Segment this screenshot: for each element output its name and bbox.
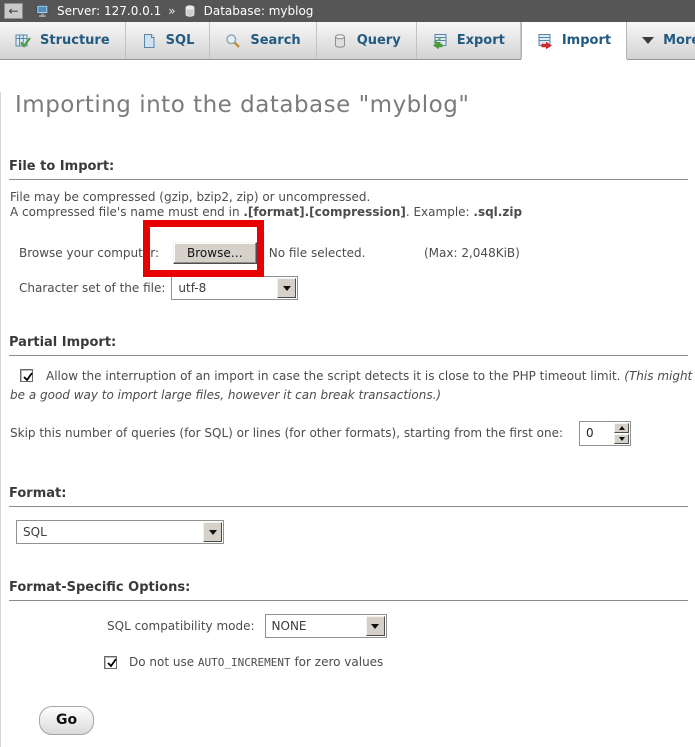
breadcrumb-server[interactable]: Server: 127.0.0.1 bbox=[57, 4, 161, 18]
skip-label: Skip this number of queries (for SQL) or… bbox=[10, 426, 563, 440]
hint-example: .sql.zip bbox=[473, 205, 522, 219]
tab-structure[interactable]: Structure bbox=[0, 22, 126, 59]
page-title: Importing into the database "myblog" bbox=[15, 92, 689, 118]
tab-export[interactable]: Export bbox=[417, 22, 521, 59]
format-select[interactable]: SQL bbox=[16, 520, 224, 544]
server-icon bbox=[36, 4, 50, 18]
tab-label: Structure bbox=[40, 33, 110, 48]
export-icon bbox=[432, 33, 448, 49]
spin-up-button[interactable] bbox=[614, 423, 629, 433]
compat-value: NONE bbox=[266, 615, 365, 637]
autoinc-row: Do not use AUTO_INCREMENT for zero value… bbox=[104, 655, 689, 669]
autoinc-label: Do not use AUTO_INCREMENT for zero value… bbox=[129, 655, 383, 669]
breadcrumb: ← Server: 127.0.0.1 » Database: myblog bbox=[0, 0, 695, 22]
browse-button[interactable]: Browse… bbox=[173, 242, 257, 264]
check-icon bbox=[106, 657, 118, 669]
charset-value: utf-8 bbox=[172, 277, 276, 299]
main-content: Importing into the database "myblog" Fil… bbox=[0, 92, 695, 747]
tab-import[interactable]: Import bbox=[521, 22, 627, 59]
breadcrumb-database[interactable]: Database: myblog bbox=[204, 4, 314, 18]
browse-label: Browse your computer: bbox=[19, 246, 159, 260]
charset-row: Character set of the file: utf-8 bbox=[19, 276, 689, 300]
allow-interruption-checkbox[interactable] bbox=[20, 369, 33, 382]
section-heading-file-to-import: File to Import: bbox=[9, 159, 688, 180]
search-icon bbox=[225, 33, 241, 49]
allow-interruption-row: Allow the interruption of an import in c… bbox=[10, 367, 695, 405]
compat-label: SQL compatibility mode: bbox=[107, 619, 255, 633]
spin-down-button[interactable] bbox=[614, 434, 629, 444]
select-arrow-icon bbox=[277, 278, 296, 298]
tab-label: Search bbox=[250, 33, 300, 48]
allow-interruption-label: Allow the interruption of an import in c… bbox=[46, 369, 624, 383]
charset-label: Character set of the file: bbox=[19, 281, 165, 295]
hint-line2-mid: . Example: bbox=[406, 205, 474, 219]
back-icon: ← bbox=[8, 5, 18, 17]
tab-bar: Structure SQL Search Query Export bbox=[0, 22, 695, 60]
tab-search[interactable]: Search bbox=[210, 22, 316, 59]
back-button[interactable]: ← bbox=[4, 3, 23, 19]
database-icon bbox=[183, 4, 197, 18]
go-button[interactable]: Go bbox=[39, 706, 94, 735]
select-arrow-icon bbox=[203, 522, 222, 542]
browse-row: Browse your computer: Browse… No file se… bbox=[19, 241, 689, 265]
breadcrumb-separator: » bbox=[168, 4, 175, 18]
tab-label: Import bbox=[562, 33, 611, 48]
autoinc-checkbox[interactable] bbox=[104, 656, 117, 669]
file-hint: File may be compressed (gzip, bzip2, zip… bbox=[10, 190, 689, 220]
chevron-down-icon bbox=[642, 37, 654, 44]
check-icon bbox=[22, 371, 34, 383]
section-heading-partial-import: Partial Import: bbox=[9, 335, 688, 356]
tab-label: More bbox=[663, 33, 695, 48]
sql-icon bbox=[141, 33, 157, 49]
tab-sql[interactable]: SQL bbox=[126, 22, 211, 59]
format-value: SQL bbox=[17, 521, 202, 543]
import-icon bbox=[537, 33, 553, 49]
tab-query[interactable]: Query bbox=[317, 22, 417, 59]
tab-label: Export bbox=[457, 33, 505, 48]
section-heading-format: Format: bbox=[9, 486, 688, 507]
compat-row: SQL compatibility mode: NONE bbox=[107, 614, 689, 638]
section-heading-format-options: Format-Specific Options: bbox=[9, 580, 688, 601]
skip-number-input[interactable]: 0 bbox=[579, 421, 631, 446]
hint-line2-prefix: A compressed file's name must end in bbox=[10, 205, 243, 219]
tab-more[interactable]: More bbox=[627, 22, 695, 59]
skip-row: Skip this number of queries (for SQL) or… bbox=[10, 420, 689, 446]
skip-number-value: 0 bbox=[580, 422, 613, 445]
hint-line1: File may be compressed (gzip, bzip2, zip… bbox=[10, 190, 370, 204]
query-icon bbox=[332, 33, 348, 49]
no-file-status: No file selected. bbox=[269, 246, 366, 260]
compat-select[interactable]: NONE bbox=[265, 614, 387, 638]
select-arrow-icon bbox=[366, 616, 385, 636]
tab-label: SQL bbox=[166, 33, 195, 48]
hint-format-pattern: .[format].[compression] bbox=[243, 205, 405, 219]
charset-select[interactable]: utf-8 bbox=[171, 276, 298, 300]
max-size-note: (Max: 2,048KiB) bbox=[424, 246, 520, 260]
autoinc-code: AUTO_INCREMENT bbox=[198, 656, 291, 669]
structure-icon bbox=[15, 33, 31, 49]
tab-label: Query bbox=[357, 33, 401, 48]
format-row: SQL bbox=[16, 520, 689, 544]
